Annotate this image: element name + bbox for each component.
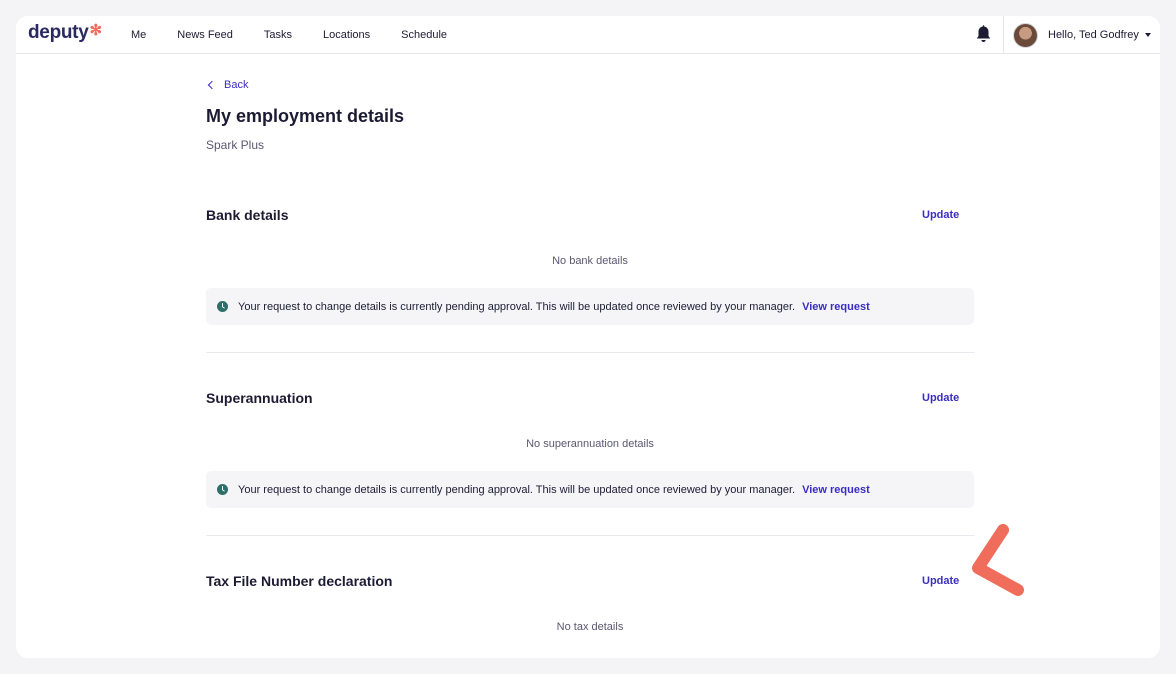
pending-approval-banner: Your request to change details is curren… xyxy=(206,288,974,325)
user-greeting: Hello, Ted Godfrey xyxy=(1048,29,1139,41)
pending-approval-banner: Your request to change details is curren… xyxy=(206,471,974,508)
nav-item-locations[interactable]: Locations xyxy=(323,29,370,41)
clock-icon xyxy=(217,484,228,495)
back-link[interactable]: Back xyxy=(206,79,248,91)
empty-state-text: No superannuation details xyxy=(526,438,654,450)
nav-item-news-feed[interactable]: News Feed xyxy=(177,29,233,41)
page-subtitle: Spark Plus xyxy=(206,138,265,152)
tax-details-update-button[interactable]: Update xyxy=(922,575,959,587)
empty-state-text: No tax details xyxy=(556,621,624,633)
nav-item-schedule[interactable]: Schedule xyxy=(401,29,447,41)
nav-item-me[interactable]: Me xyxy=(131,29,146,41)
arrow-pointer-annotation xyxy=(972,524,1024,596)
user-menu[interactable]: Hello, Ted Godfrey xyxy=(1003,16,1160,54)
page-title: My employment details xyxy=(206,106,405,126)
empty-state-text: No bank details xyxy=(552,255,628,267)
pending-message: Your request to change details is curren… xyxy=(238,483,796,496)
deputy-logo[interactable]: deputy ✻ xyxy=(28,22,102,46)
back-label: Back xyxy=(224,79,249,91)
avatar xyxy=(1013,22,1038,48)
bank-details-update-button[interactable]: Update xyxy=(922,209,959,221)
top-navigation-bar: deputy ✻ Me News Feed Tasks Locations Sc… xyxy=(16,16,1160,54)
section-divider xyxy=(206,535,974,536)
asterisk-icon: ✻ xyxy=(89,22,102,39)
section-title: Tax File Number declaration xyxy=(206,573,393,589)
logo-text: deputy xyxy=(28,22,89,43)
bell-icon[interactable] xyxy=(975,25,992,44)
superannuation-update-button[interactable]: Update xyxy=(922,392,959,404)
clock-icon xyxy=(217,301,228,312)
caret-down-icon xyxy=(1144,33,1151,37)
chevron-left-icon xyxy=(207,80,217,90)
view-request-link[interactable]: View request xyxy=(802,301,870,313)
view-request-link[interactable]: View request xyxy=(802,484,870,496)
section-title: Bank details xyxy=(206,207,289,223)
pending-message: Your request to change details is curren… xyxy=(238,300,796,313)
section-divider xyxy=(206,352,974,353)
nav-item-tasks[interactable]: Tasks xyxy=(264,29,292,41)
section-title: Superannuation xyxy=(206,390,313,406)
main-nav: Me News Feed Tasks Locations Schedule xyxy=(131,16,478,54)
